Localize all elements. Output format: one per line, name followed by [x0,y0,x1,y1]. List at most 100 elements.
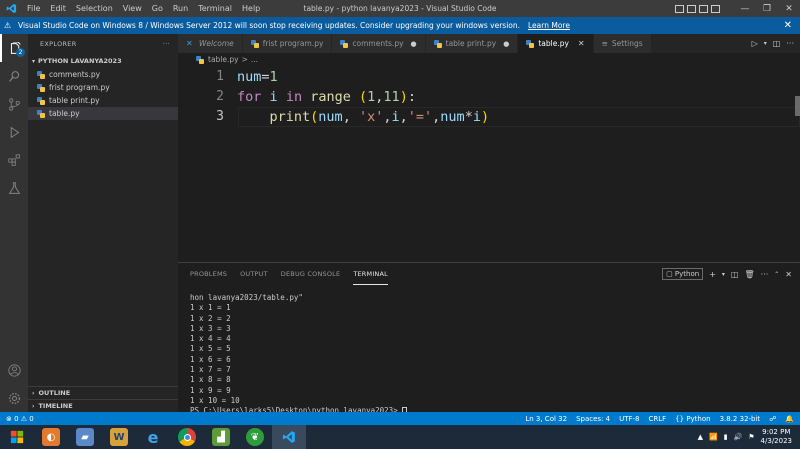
breadcrumb-file[interactable]: table.py [208,55,239,64]
taskbar-app-vscode[interactable] [272,425,306,449]
menu-terminal[interactable]: Terminal [193,0,237,17]
eol-status[interactable]: CRLF [648,415,666,423]
close-window-button[interactable]: ✕ [778,4,800,14]
taskbar-app-chart[interactable]: ▟ [204,425,238,449]
code-line-3[interactable]: 3 print(num, 'x',i,'=',num*i) [178,106,489,127]
learn-more-link[interactable]: Learn More [528,21,570,30]
indentation-status[interactable]: Spaces: 4 [576,415,610,423]
tab-frist-program[interactable]: frist program.py [242,34,333,53]
chevron-down-icon[interactable]: ▾ [722,271,725,278]
trash-icon[interactable]: 🗑 [744,270,754,279]
settings-gear-icon[interactable] [0,384,28,412]
tab-debug-console[interactable]: DEBUG CONSOLE [281,264,341,284]
workspace-folder[interactable]: ▾ PYTHON LAVANYA2023 [28,54,178,68]
split-terminal-icon[interactable]: ◫ [731,270,739,279]
taskbar-app-word[interactable]: W [102,425,136,449]
split-editor-icon[interactable]: ◫ [773,39,781,48]
chevron-up-icon[interactable]: ⌃ [774,271,779,278]
chevron-right-icon: › [32,402,35,410]
menu-run[interactable]: Run [168,0,193,17]
chevron-down-icon: ▾ [32,57,36,65]
file-table[interactable]: table.py [28,107,178,120]
start-button[interactable] [0,425,34,449]
tab-output[interactable]: OUTPUT [240,264,268,284]
taskbar-app-chrome[interactable] [170,425,204,449]
battery-icon[interactable]: ▮ [724,433,728,441]
source-control-icon[interactable] [0,90,28,118]
taskbar-app-explorer[interactable]: ▰ [68,425,102,449]
menu-edit[interactable]: Edit [45,0,71,17]
python-file-icon [37,109,45,118]
explorer-icon[interactable]: 2 [0,34,28,62]
banner-close-button[interactable]: ✕ [784,20,792,31]
tab-terminal[interactable]: TERMINAL [353,264,388,285]
more-actions-icon[interactable]: ··· [786,39,794,48]
menu-help[interactable]: Help [237,0,265,17]
taskbar-app-ie[interactable]: e [136,425,170,449]
flag-icon[interactable]: ⚑ [748,433,754,441]
windows-taskbar: ◐ ▰ W e ▟ ❦ ▲ 📶 ▮ 🔊 ⚑ 9:02 PM 4/3/2023 [0,425,800,449]
account-icon[interactable] [0,356,28,384]
code-line-1[interactable]: 1 num=1 [178,66,278,87]
code-editor[interactable]: 1 num=1 2 for i in range (1,11): 3 print… [178,66,800,262]
file-frist-program[interactable]: frist program.py [28,81,178,94]
tab-comments[interactable]: comments.py ● [332,34,426,53]
volume-icon[interactable]: 🔊 [734,433,743,441]
minimize-button[interactable]: — [734,4,756,14]
minimap[interactable] [756,68,774,72]
scrollbar[interactable] [795,96,800,116]
close-tab-icon[interactable]: ✕ [578,39,585,48]
close-panel-icon[interactable]: ✕ [785,270,792,279]
tab-table[interactable]: table.py ✕ [518,34,594,53]
interpreter-status[interactable]: 3.8.2 32-bit [720,415,761,423]
timeline-section[interactable]: › TIMELINE [28,399,178,412]
network-icon[interactable]: 📶 [709,433,718,441]
file-comments[interactable]: comments.py [28,68,178,81]
more-actions-icon[interactable]: ··· [761,270,769,279]
menu-file[interactable]: File [22,0,45,17]
terminal-output[interactable]: hon lavanya2023/table.py" 1 x 1 = 11 x 2 … [190,293,408,417]
terminal-selector[interactable]: ▢ Python [662,268,704,280]
run-debug-icon[interactable] [0,118,28,146]
testing-icon[interactable] [0,174,28,202]
problems-status[interactable]: ⊗ 0 ⚠ 0 [6,415,34,423]
explorer-more-button[interactable]: ··· [163,40,170,48]
tab-table-print[interactable]: table print.py ● [425,34,519,53]
toggle-secondary-sidebar-icon[interactable] [699,4,708,13]
notifications-bell-icon[interactable]: 🔔 [785,415,794,423]
chevron-up-icon[interactable]: ▲ [698,433,703,441]
tab-welcome[interactable]: ✕ Welcome [178,34,243,53]
cursor-position-status[interactable]: Ln 3, Col 32 [525,415,567,423]
extensions-icon[interactable] [0,146,28,174]
outline-section[interactable]: › OUTLINE [28,386,178,399]
menu-view[interactable]: View [118,0,147,17]
toggle-panel-icon[interactable] [687,4,696,13]
file-table-print[interactable]: table print.py [28,94,178,107]
tab-settings[interactable]: ≡ Settings [593,34,652,53]
clock[interactable]: 9:02 PM 4/3/2023 [761,428,792,446]
taskbar-app-media[interactable]: ◐ [34,425,68,449]
line-number: 1 [216,69,224,84]
terminal-line: 1 x 7 = 7 [190,365,231,375]
new-terminal-icon[interactable]: + [709,270,716,279]
encoding-status[interactable]: UTF-8 [619,415,639,423]
unsaved-dot-icon[interactable]: ● [503,40,509,48]
run-file-icon[interactable]: ▷ [752,39,758,48]
toggle-sidebar-icon[interactable] [675,4,684,13]
code-line-2[interactable]: 2 for i in range (1,11): [178,86,416,107]
menu-selection[interactable]: Selection [71,0,118,17]
breadcrumb-symbols[interactable]: ... [251,55,258,64]
taskbar-app-green[interactable]: ❦ [238,425,272,449]
language-status[interactable]: {} Python [675,415,710,423]
restore-button[interactable]: ❐ [756,4,778,14]
feedback-icon[interactable]: ☍ [769,415,776,423]
chevron-right-icon: › [32,389,35,397]
customize-layout-icon[interactable] [711,4,720,13]
vscode-logo-icon [0,0,22,17]
tab-problems[interactable]: PROBLEMS [190,264,227,284]
chevron-down-icon[interactable]: ▾ [764,40,767,47]
search-icon[interactable] [0,62,28,90]
unsaved-dot-icon[interactable]: ● [411,40,417,48]
menu-go[interactable]: Go [147,0,168,17]
warning-icon: ⚠ [4,21,12,30]
